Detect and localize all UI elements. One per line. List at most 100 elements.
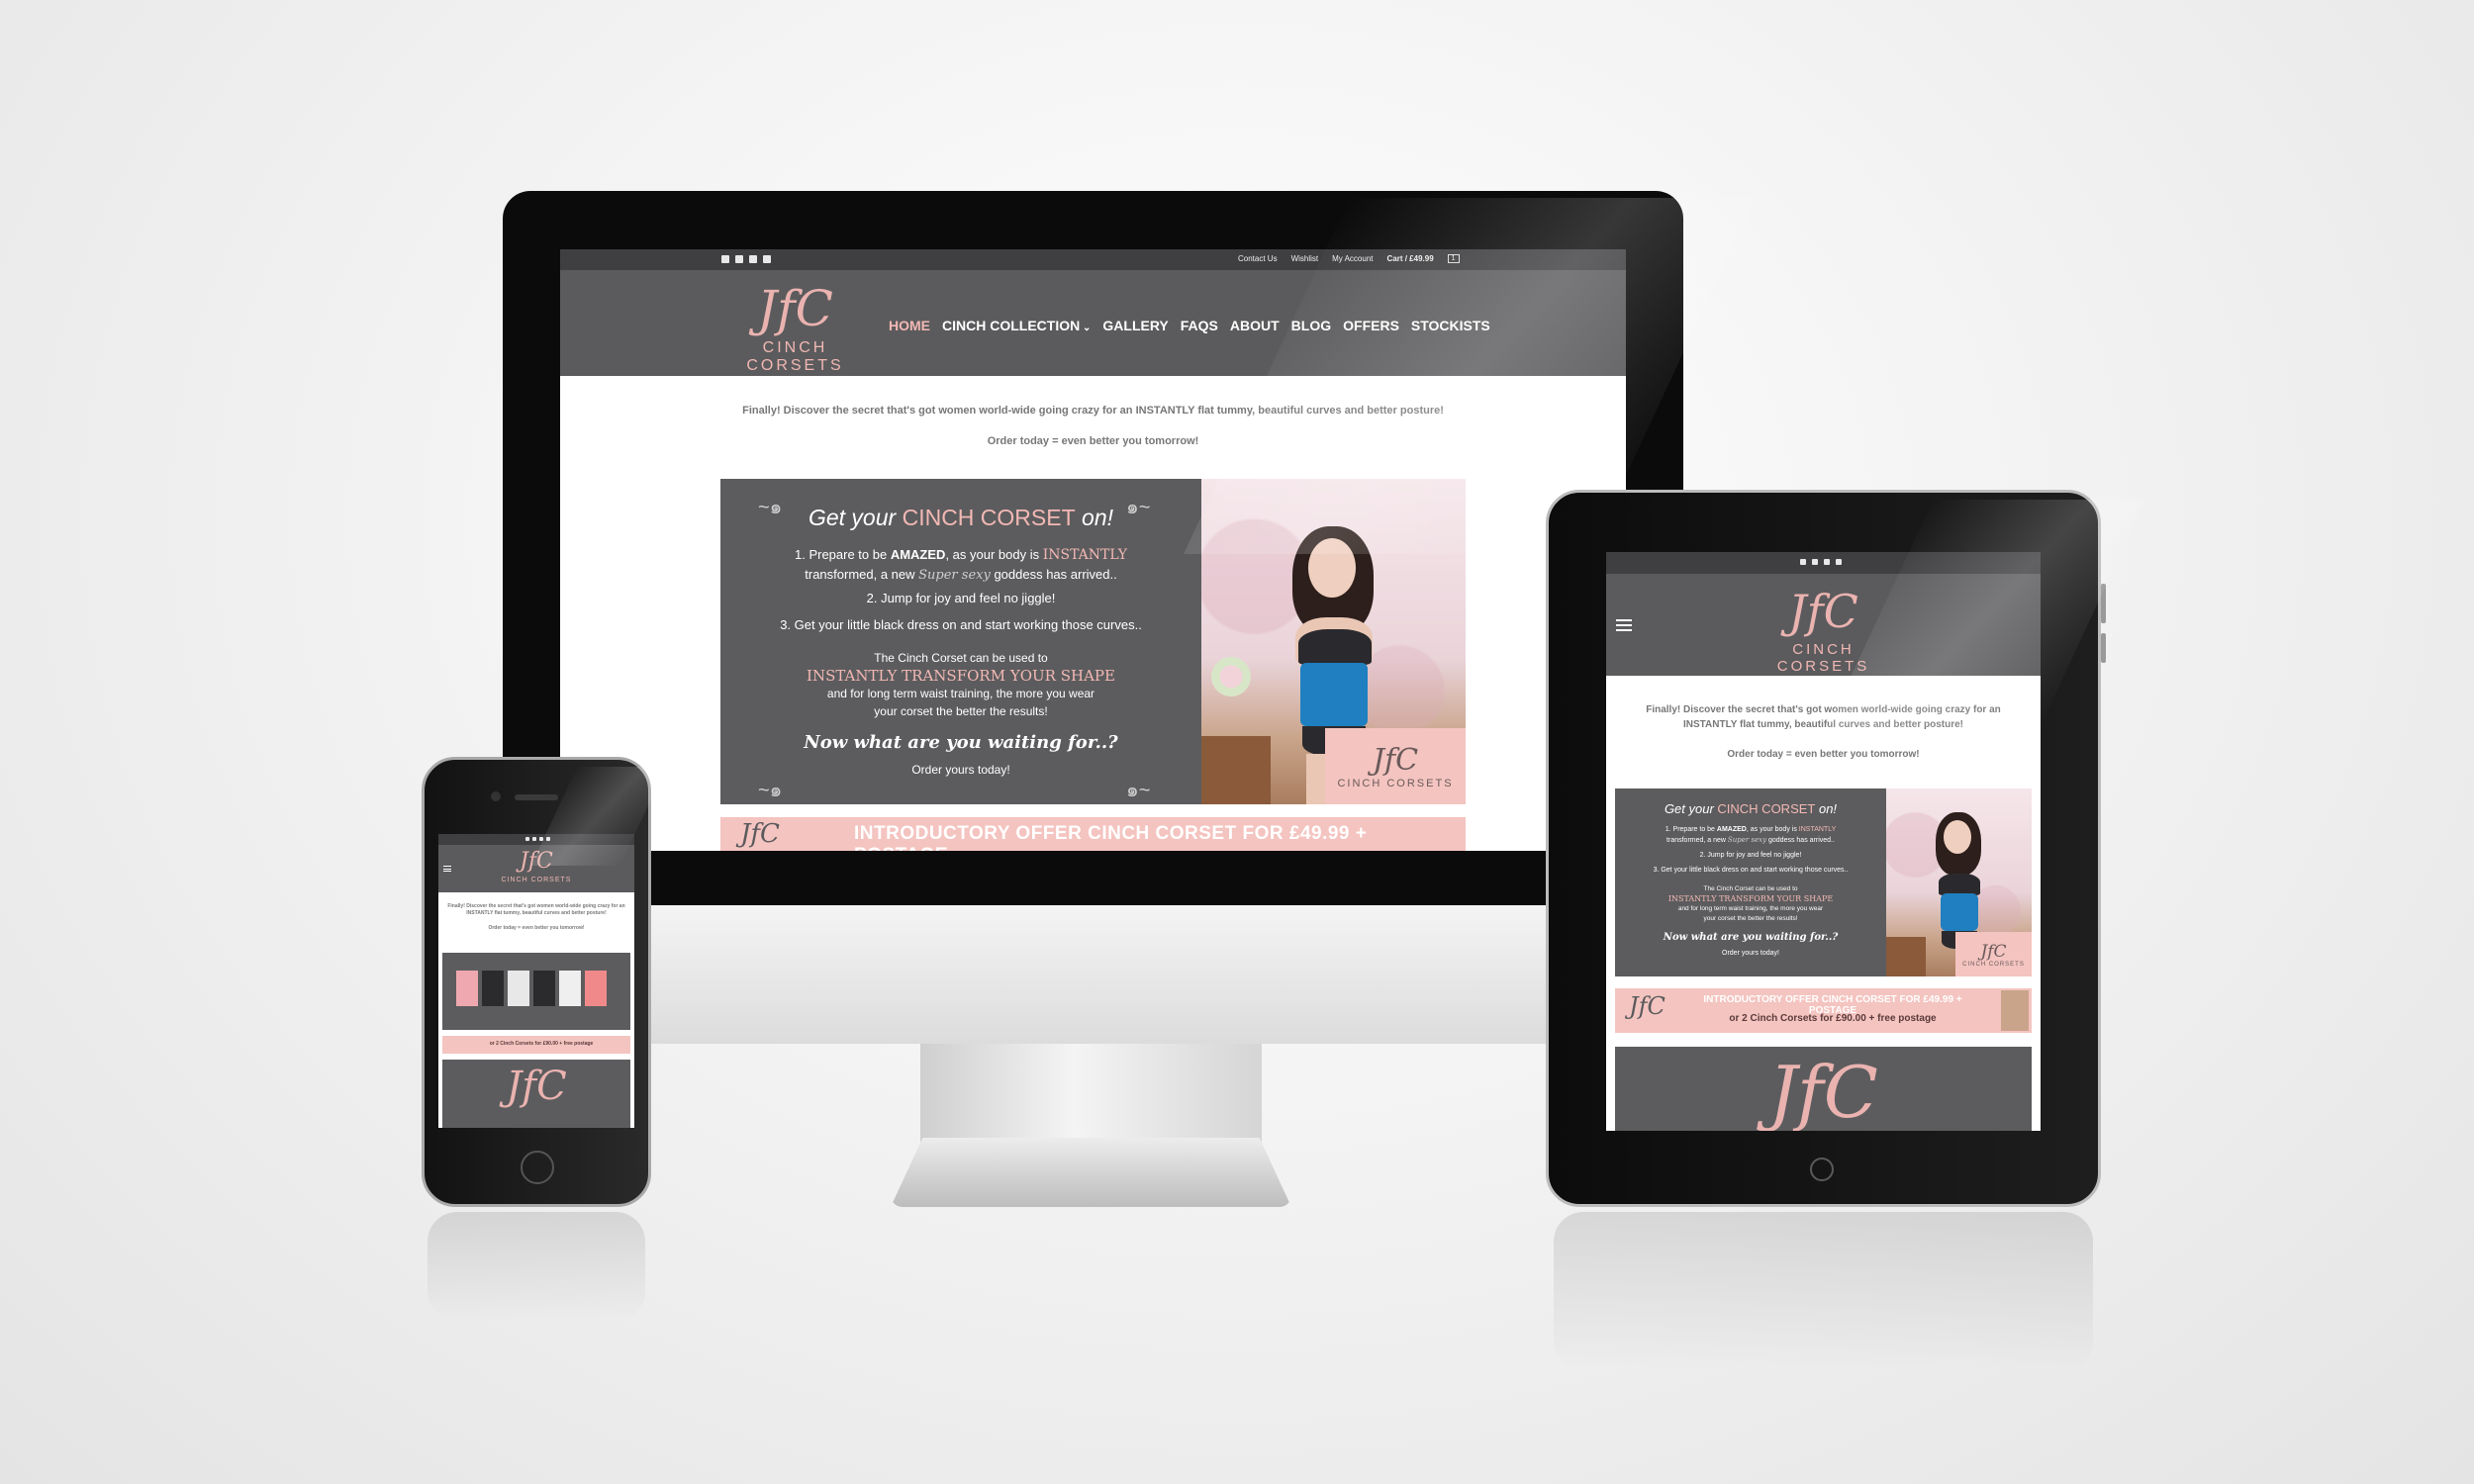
banner-step-3: 3. Get your little black dress on and st… <box>780 617 1142 632</box>
banner-heading-product: CINCH CORSET <box>902 505 1076 530</box>
t-step1-pink: INSTANTLY <box>1798 826 1837 833</box>
tablet-logo[interactable]: JfC CINCH CORSETS <box>1745 582 1902 675</box>
tablet-use-line-3: your corset the better the results! <box>1703 915 1798 922</box>
tablet-promo-banner[interactable]: Get your CINCH CORSET on! 1. Prepare to … <box>1615 788 1886 976</box>
badge-name: CINCH CORSETS <box>1337 778 1454 789</box>
tablet-step-3: 3. Get your little black dress on and st… <box>1653 867 1849 874</box>
chevron-down-icon: ⌄ <box>1080 323 1092 333</box>
tablet-volume-button <box>2101 584 2106 623</box>
tablet-site-view: JfC CINCH CORSETS Finally! Discover the … <box>1606 552 2041 1131</box>
promo-banner[interactable]: ~๑ ๑~ Get your CINCH CORSET on! 1. Prepa… <box>720 479 1201 804</box>
desktop-site-view: Contact Us Wishlist My Account Cart / £4… <box>560 249 1626 851</box>
tablet-offer-thumb <box>2001 990 2029 1031</box>
photo-logo-badge: JfC CINCH CORSETS <box>1325 728 1466 804</box>
step1-pink: INSTANTLY <box>1042 547 1128 563</box>
tablet-intro-text: Finally! Discover the secret that's got … <box>1646 704 2001 730</box>
phone-offer-line-2: or 2 Cinch Corsets for £90.00 + free pos… <box>489 1041 594 1047</box>
gallery-thumb[interactable] <box>508 971 529 1006</box>
nav-home[interactable]: HOME <box>889 318 930 333</box>
twitter-icon[interactable] <box>532 837 536 841</box>
my-account-link[interactable]: My Account <box>1332 254 1373 263</box>
youtube-icon[interactable] <box>1836 559 1842 565</box>
facebook-icon[interactable] <box>525 837 529 841</box>
facebook-icon[interactable] <box>1800 559 1806 565</box>
banner-use-line-1: The Cinch Corset can be used to <box>874 651 1048 665</box>
main-nav: HOME CINCH COLLECTION ⌄ GALLERY FAQS ABO… <box>889 318 1490 333</box>
nav-stockists[interactable]: STOCKISTS <box>1411 318 1490 333</box>
offer-bar[interactable]: JfC INTRODUCTORY OFFER CINCH CORSET FOR … <box>720 817 1466 851</box>
phone-logo[interactable]: JfC CINCH CORSETS <box>493 847 580 883</box>
gallery-thumb[interactable] <box>585 971 607 1006</box>
imac-stand <box>920 1044 1262 1143</box>
tablet-waiting: Now what are you waiting for..? <box>1663 932 1839 943</box>
logo-monogram: JfC <box>757 280 833 337</box>
banner-heading-post: on! <box>1075 505 1114 530</box>
phone-offer-bar[interactable]: or 2 Cinch Corsets for £90.00 + free pos… <box>442 1036 630 1054</box>
contact-us-link[interactable]: Contact Us <box>1238 254 1278 263</box>
youtube-icon[interactable] <box>546 837 550 841</box>
tablet-volume-button <box>2101 633 2106 663</box>
facebook-icon[interactable] <box>721 255 729 263</box>
phone-header: JfC CINCH CORSETS <box>438 845 634 892</box>
hamburger-menu-icon[interactable] <box>1616 619 1632 631</box>
offer-bar-text: INTRODUCTORY OFFER CINCH CORSET FOR £49.… <box>854 823 1368 851</box>
step1-line2-pre: transformed, a new <box>805 567 919 582</box>
instagram-icon[interactable] <box>1824 559 1830 565</box>
hamburger-menu-icon[interactable] <box>443 866 451 872</box>
t-step1-bold: AMAZED <box>1716 826 1747 833</box>
tablet-banner-heading: Get your CINCH CORSET on! <box>1615 801 1886 816</box>
tablet-heading-pre: Get your <box>1664 801 1718 816</box>
banner-heading: Get your CINCH CORSET on! <box>720 505 1201 531</box>
gallery-thumb[interactable] <box>533 971 555 1006</box>
tablet-offer-bar[interactable]: JfC INTRODUCTORY OFFER CINCH CORSET FOR … <box>1615 988 2032 1033</box>
instagram-icon[interactable] <box>749 255 757 263</box>
tablet-logo-monogram: JfC <box>1788 585 1858 638</box>
intro-text: Finally! Discover the secret that's got … <box>742 405 1444 417</box>
nav-blog[interactable]: BLOG <box>1291 318 1331 333</box>
wishlist-link[interactable]: Wishlist <box>1291 254 1319 263</box>
phone-panel-monogram: JfC <box>506 1064 567 1109</box>
account-links: Contact Us Wishlist My Account Cart / £4… <box>1238 254 1460 263</box>
tablet-top-bar <box>1606 552 2041 574</box>
imac-stand-base <box>891 1138 1291 1207</box>
twitter-icon[interactable] <box>1812 559 1818 565</box>
site-header: JfC CINCH CORSETS HOME CINCH COLLECTION … <box>560 270 1626 376</box>
t-step1-pre: 1. Prepare to be <box>1665 826 1717 833</box>
logo-wordmark: CINCH CORSETS <box>746 339 844 374</box>
nav-about[interactable]: ABOUT <box>1230 318 1280 333</box>
social-links <box>721 255 771 263</box>
tablet-step-2: 2. Jump for joy and feel no jiggle! <box>1699 852 1802 859</box>
phone-top-bar <box>438 834 634 845</box>
tablet-header: JfC CINCH CORSETS <box>1606 574 2041 676</box>
t-step1-l2-pre: transformed, a new <box>1666 837 1728 844</box>
phone-intro-text: Finally! Discover the secret that's got … <box>447 903 625 916</box>
nav-gallery[interactable]: GALLERY <box>1102 318 1168 333</box>
phone-speaker <box>515 794 558 800</box>
nav-faqs[interactable]: FAQS <box>1181 318 1218 333</box>
banner-use-line-3: your corset the better the results! <box>874 704 1048 718</box>
tablet-order-yours: Order yours today! <box>1722 950 1779 957</box>
phone-home-button[interactable] <box>521 1151 554 1184</box>
instagram-icon[interactable] <box>539 837 543 841</box>
twitter-icon[interactable] <box>735 255 743 263</box>
cart-count-badge[interactable]: 1 <box>1447 254 1460 263</box>
banner-waiting: Now what are you waiting for..? <box>804 732 1118 753</box>
youtube-icon[interactable] <box>763 255 771 263</box>
model-photo: JfC CINCH CORSETS <box>1201 479 1466 804</box>
tablet-home-button[interactable] <box>1810 1158 1834 1181</box>
banner-heading-pre: Get your <box>808 505 903 530</box>
cart-link[interactable]: Cart / £49.99 <box>1387 254 1434 263</box>
phone-gallery-banner[interactable] <box>442 953 630 1030</box>
offer-bar-monogram: JfC <box>740 819 780 849</box>
nav-cinch-collection[interactable]: CINCH COLLECTION ⌄ <box>942 318 1091 333</box>
gallery-thumb[interactable] <box>482 971 504 1006</box>
step1-script: Super sexy <box>918 568 991 583</box>
gallery-thumb[interactable] <box>559 971 581 1006</box>
phone-site-view: JfC CINCH CORSETS Finally! Discover the … <box>438 834 634 1128</box>
gallery-thumb[interactable] <box>456 971 478 1006</box>
tablet-photo-badge: JfC CINCH CORSETS <box>1955 932 2032 976</box>
nav-offers[interactable]: OFFERS <box>1343 318 1399 333</box>
phone-logo-wordmark: CINCH CORSETS <box>501 877 572 883</box>
phone-camera <box>491 791 501 801</box>
site-logo[interactable]: JfC CINCH CORSETS <box>718 278 872 374</box>
